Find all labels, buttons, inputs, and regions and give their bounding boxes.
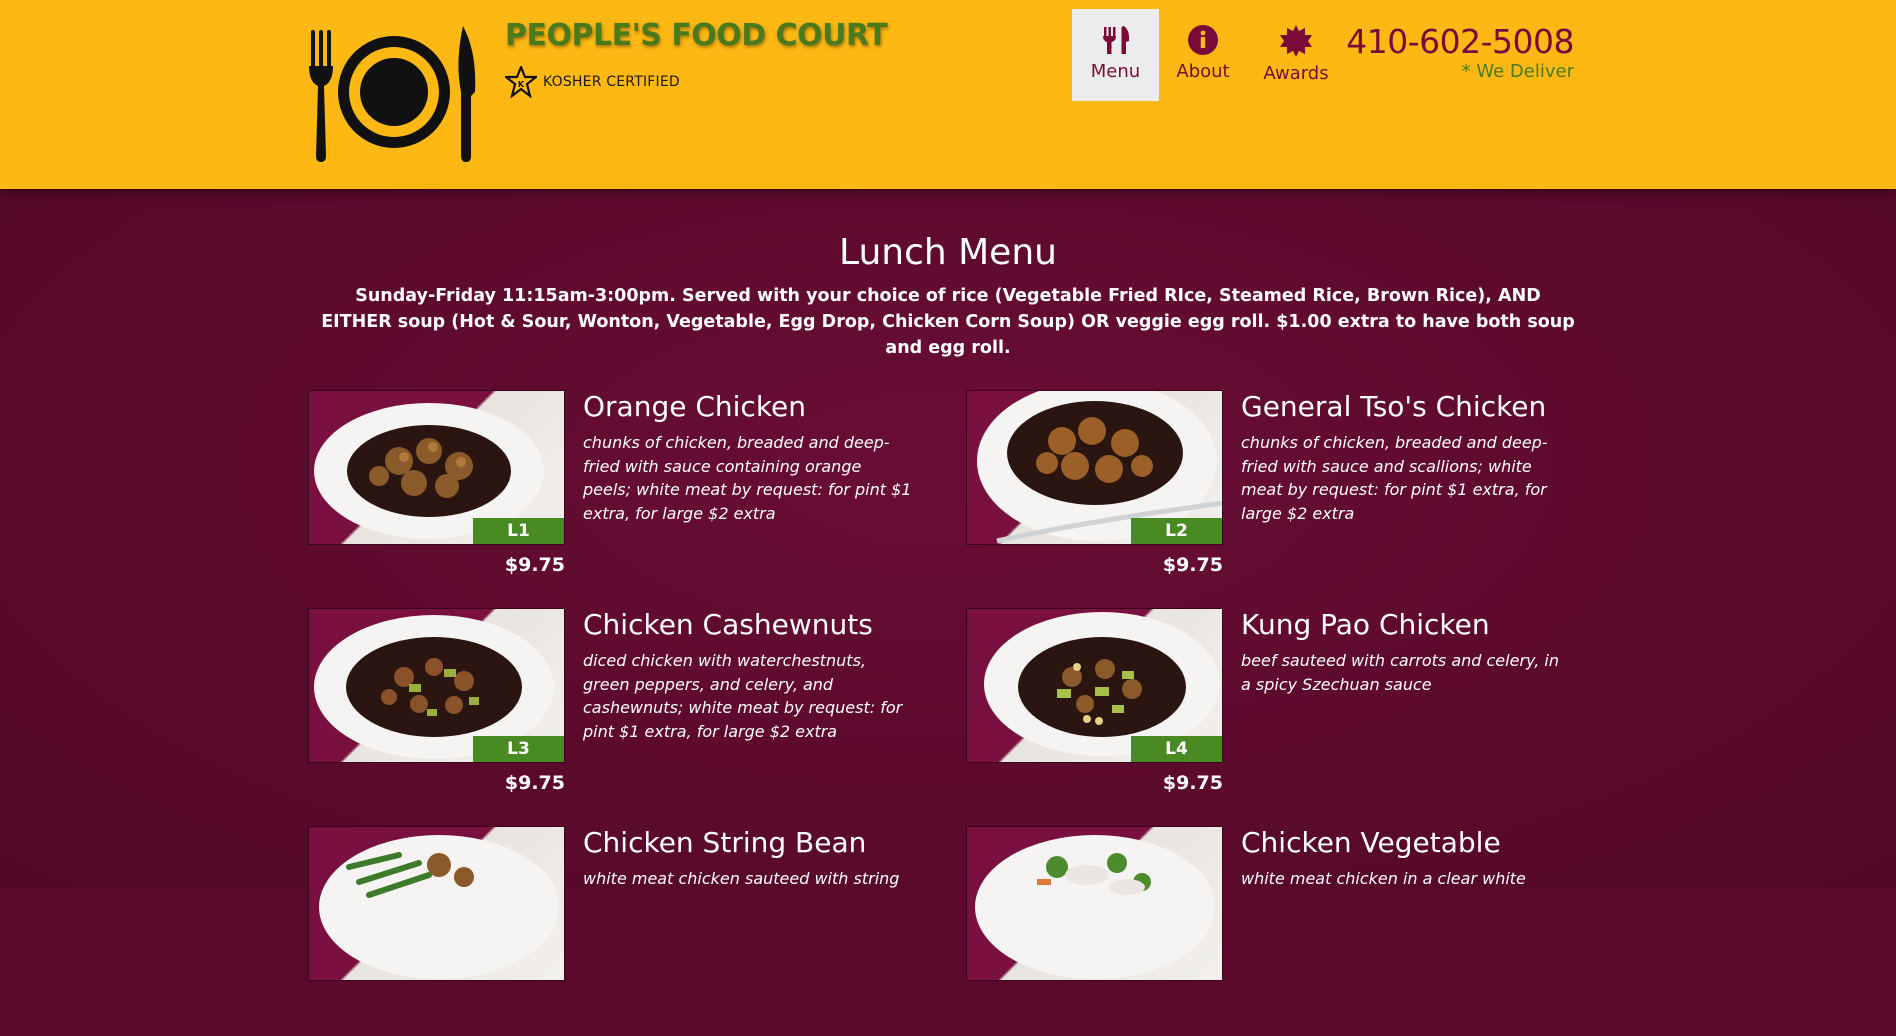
- main-nav: Menu About Awards: [1072, 9, 1345, 101]
- item-name[interactable]: General Tso's Chicken: [1241, 390, 1546, 423]
- dish-image: [975, 835, 1215, 979]
- dish-image: [319, 835, 559, 979]
- item-description: beef sauteed with carrots and celery, in…: [1241, 651, 1559, 694]
- item-price: $9.75: [504, 772, 565, 794]
- dish-photo[interactable]: L1: [308, 390, 565, 545]
- menu-item[interactable]: L3 $9.75 Chicken Cashewnuts diced chicke…: [308, 608, 948, 818]
- item-description: white meat chicken sauteed with string: [583, 869, 900, 888]
- nav-about[interactable]: About: [1159, 9, 1247, 101]
- item-name[interactable]: Orange Chicken: [583, 390, 806, 423]
- item-description: diced chicken with waterchestnuts, green…: [583, 651, 903, 741]
- item-name[interactable]: Chicken String Bean: [583, 826, 866, 859]
- item-description: white meat chicken in a clear white: [1241, 869, 1526, 888]
- site-header: PEOPLE'S FOOD COURT K KOSHER CERTIFIED M…: [0, 0, 1896, 189]
- utensils-icon: [1102, 26, 1129, 54]
- menu-item[interactable]: L1 $9.75 Orange Chicken chunks of chicke…: [308, 390, 948, 600]
- menu-item[interactable]: Chicken Vegetable white meat chicken in …: [966, 826, 1606, 1036]
- menu-item[interactable]: Chicken String Bean white meat chicken s…: [308, 826, 948, 1036]
- item-description: chunks of chicken, breaded and deep-frie…: [1241, 433, 1548, 523]
- item-price: $9.75: [504, 554, 565, 576]
- nav-awards[interactable]: Awards: [1247, 9, 1345, 101]
- award-badge-icon: [1280, 25, 1312, 57]
- star-seal-icon: K: [505, 66, 537, 98]
- nav-menu[interactable]: Menu: [1072, 9, 1159, 101]
- menu-description: Sunday-Friday 11:15am-3:00pm. Served wit…: [321, 286, 1575, 358]
- brand-name[interactable]: PEOPLE'S FOOD COURT: [505, 18, 888, 53]
- nav-menu-label: Menu: [1090, 61, 1141, 82]
- menu-item[interactable]: L4 $9.75 Kung Pao Chicken beef sauteed w…: [966, 608, 1606, 818]
- item-name[interactable]: Kung Pao Chicken: [1241, 608, 1490, 641]
- contact-block: 410-602-5008 * We Deliver: [1346, 22, 1574, 82]
- delivery-note: * We Deliver: [1461, 61, 1574, 82]
- item-code-badge: L2: [1131, 518, 1222, 544]
- item-description: chunks of chicken, breaded and deep-frie…: [583, 433, 912, 523]
- item-name[interactable]: Chicken Vegetable: [1241, 826, 1501, 859]
- svg-text:K: K: [518, 80, 525, 89]
- dish-photo[interactable]: L4: [966, 608, 1223, 763]
- item-code-badge: L1: [473, 518, 564, 544]
- nav-awards-label: Awards: [1263, 63, 1329, 84]
- menu-title: Lunch Menu: [839, 232, 1057, 273]
- item-price: $9.75: [1162, 554, 1223, 576]
- dish-photo[interactable]: L2: [966, 390, 1223, 545]
- dish-photo[interactable]: L3: [308, 608, 565, 763]
- kosher-certification: K KOSHER CERTIFIED: [505, 66, 680, 98]
- kosher-label: KOSHER CERTIFIED: [543, 74, 680, 90]
- phone-number[interactable]: 410-602-5008: [1346, 22, 1574, 61]
- item-code-badge: L4: [1131, 736, 1222, 762]
- item-name[interactable]: Chicken Cashewnuts: [583, 608, 873, 641]
- item-code-badge: L3: [473, 736, 564, 762]
- menu-item[interactable]: L2 $9.75 General Tso's Chicken chunks of…: [966, 390, 1606, 600]
- menu-section: Lunch Menu Sunday-Friday 11:15am-3:00pm.…: [0, 189, 1896, 981]
- nav-about-label: About: [1176, 61, 1230, 82]
- dish-photo[interactable]: [966, 826, 1223, 981]
- info-icon: [1188, 25, 1218, 55]
- utensils-plate-logo-icon[interactable]: [305, 22, 483, 164]
- item-price: $9.75: [1162, 772, 1223, 794]
- dish-photo[interactable]: [308, 826, 565, 981]
